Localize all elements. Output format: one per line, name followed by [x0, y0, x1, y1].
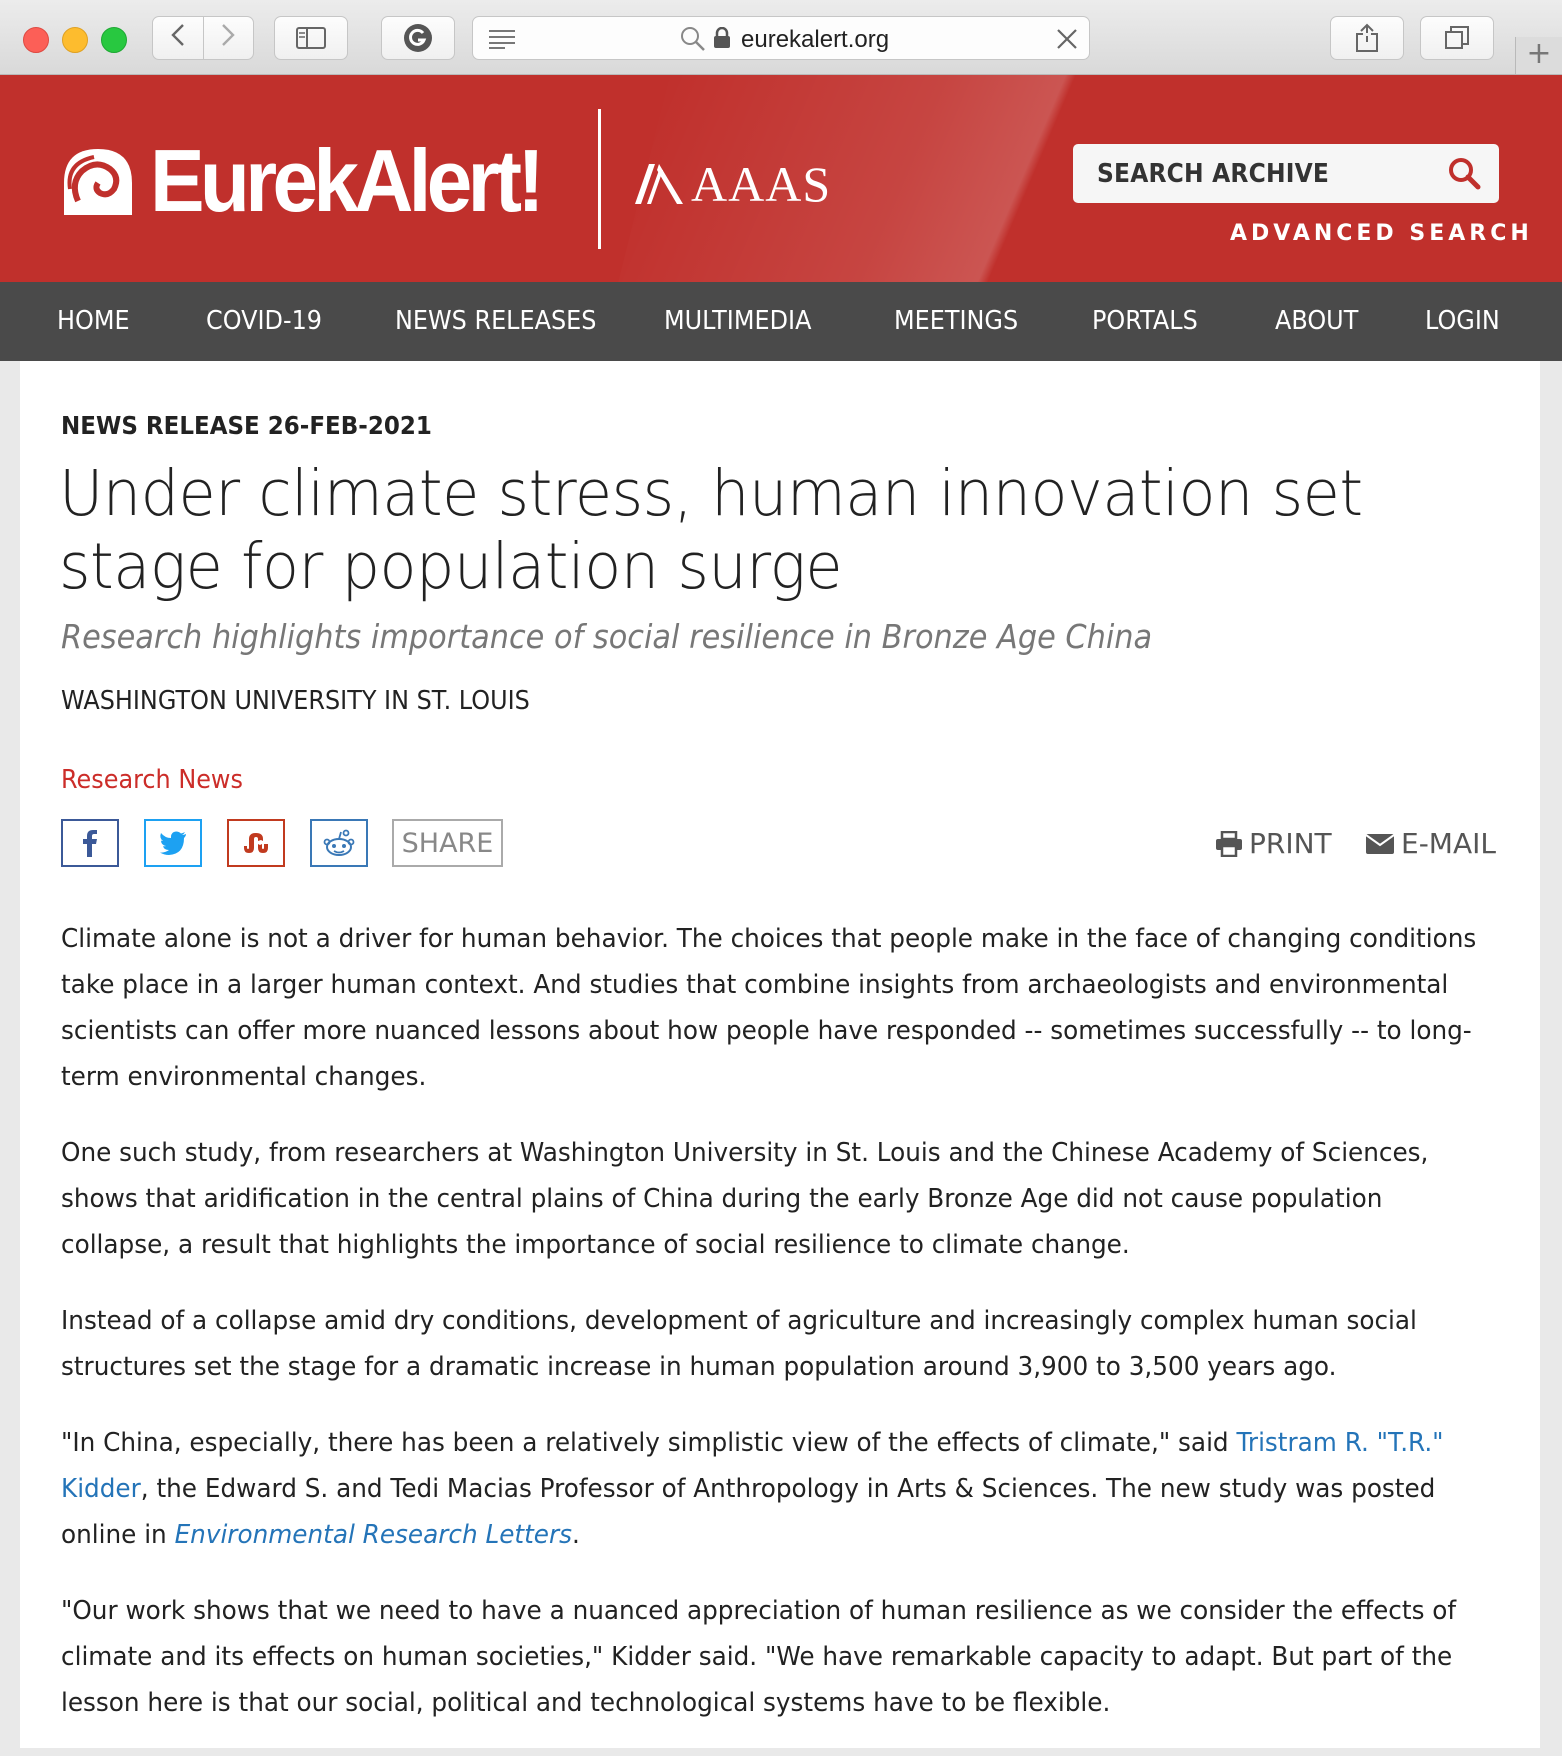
clear-url-icon[interactable] — [1055, 27, 1079, 55]
article-paragraph: One such study, from researchers at Wash… — [61, 1138, 1429, 1260]
search-archive-input[interactable]: SEARCH ARCHIVE — [1073, 144, 1499, 203]
stumbleupon-icon — [244, 833, 268, 853]
printer-icon — [1216, 830, 1242, 857]
paragraph-text: "In China, especially, there has been a … — [61, 1428, 1237, 1458]
forward-icon[interactable] — [204, 23, 254, 54]
tabs-icon[interactable] — [1420, 16, 1494, 60]
back-icon[interactable] — [153, 23, 203, 54]
article-subtitle: Research highlights importance of social… — [61, 617, 1153, 656]
article-body: Climate alone is not a driver for human … — [61, 916, 1496, 1756]
institution-name: WASHINGTON UNIVERSITY IN ST. LOUIS — [61, 686, 530, 716]
search-archive-label: SEARCH ARCHIVE — [1097, 159, 1330, 189]
journal-link[interactable]: Environmental Research Letters — [175, 1520, 572, 1550]
nav-multimedia[interactable]: MULTIMEDIA — [664, 306, 811, 336]
logo-text: EurekAlert! — [150, 131, 545, 230]
nav-portals[interactable]: PORTALS — [1092, 306, 1198, 336]
nav-news-releases[interactable]: NEWS RELEASES — [395, 306, 596, 336]
history-nav — [152, 16, 254, 60]
article-title: Under climate stress, human innovation s… — [59, 457, 1363, 603]
lock-icon — [713, 26, 731, 53]
stumbleupon-share-button[interactable] — [227, 819, 285, 867]
email-button[interactable]: E-MAIL — [1365, 827, 1496, 860]
advanced-search-link[interactable]: ADVANCED SEARCH — [1230, 221, 1533, 246]
article-paragraph: Instead of a collapse amid dry condition… — [61, 1306, 1417, 1382]
search-icon[interactable] — [1447, 156, 1481, 190]
print-button[interactable]: PRINT — [1215, 827, 1332, 860]
header-divider — [598, 109, 601, 249]
main-nav: HOME COVID-19 NEWS RELEASES MULTIMEDIA M… — [0, 282, 1562, 361]
paragraph-text: . — [572, 1520, 580, 1550]
aaas-logo[interactable]: AAAS — [633, 155, 831, 213]
share-button[interactable]: SHARE — [392, 819, 503, 867]
category-label: Research News — [61, 765, 243, 795]
release-date-line: NEWS RELEASE 26-FEB-2021 — [61, 411, 432, 440]
search-icon — [680, 26, 706, 56]
aaas-logo-icon — [635, 164, 683, 204]
reddit-icon — [323, 829, 355, 856]
nav-meetings[interactable]: MEETINGS — [894, 306, 1018, 336]
email-label: E-MAIL — [1401, 827, 1496, 860]
site-logo[interactable]: EurekAlert! — [60, 137, 569, 225]
nav-login[interactable]: LOGIN — [1425, 306, 1500, 336]
facebook-share-button[interactable] — [61, 819, 119, 867]
print-label: PRINT — [1249, 827, 1332, 860]
aaas-text: AAAS — [691, 156, 832, 212]
reddit-share-button[interactable] — [310, 819, 368, 867]
grammarly-icon[interactable] — [381, 16, 455, 60]
nav-about[interactable]: ABOUT — [1275, 306, 1358, 336]
minimize-window-icon[interactable] — [62, 27, 88, 53]
envelope-icon — [1365, 833, 1395, 854]
nav-covid-19[interactable]: COVID-19 — [206, 306, 322, 336]
new-tab-icon[interactable]: + — [1515, 37, 1562, 74]
site-header: EurekAlert! AAAS SEARCH ARCHIVE ADVANCED… — [0, 75, 1562, 282]
sidebar-icon[interactable] — [274, 16, 348, 60]
close-window-icon[interactable] — [23, 27, 49, 53]
twitter-icon — [160, 831, 186, 855]
article-paragraph: "Our work shows that we need to have a n… — [61, 1596, 1457, 1718]
reader-icon[interactable] — [487, 28, 517, 54]
url-text: eurekalert.org — [741, 26, 890, 53]
twitter-share-button[interactable] — [144, 819, 202, 867]
facebook-icon — [83, 830, 97, 857]
article-paragraph: "In China, especially, there has been a … — [61, 1420, 1496, 1558]
zoom-window-icon[interactable] — [101, 27, 127, 53]
eurekalert-logo-icon — [64, 149, 132, 215]
url-bar[interactable]: eurekalert.org — [472, 16, 1090, 60]
browser-toolbar: eurekalert.org + — [0, 0, 1562, 75]
nav-home[interactable]: HOME — [57, 306, 130, 336]
article-paragraph: Climate alone is not a driver for human … — [61, 924, 1477, 1092]
share-icon[interactable] — [1330, 16, 1404, 60]
article-page: NEWS RELEASE 26-FEB-2021 Under climate s… — [20, 361, 1540, 1748]
